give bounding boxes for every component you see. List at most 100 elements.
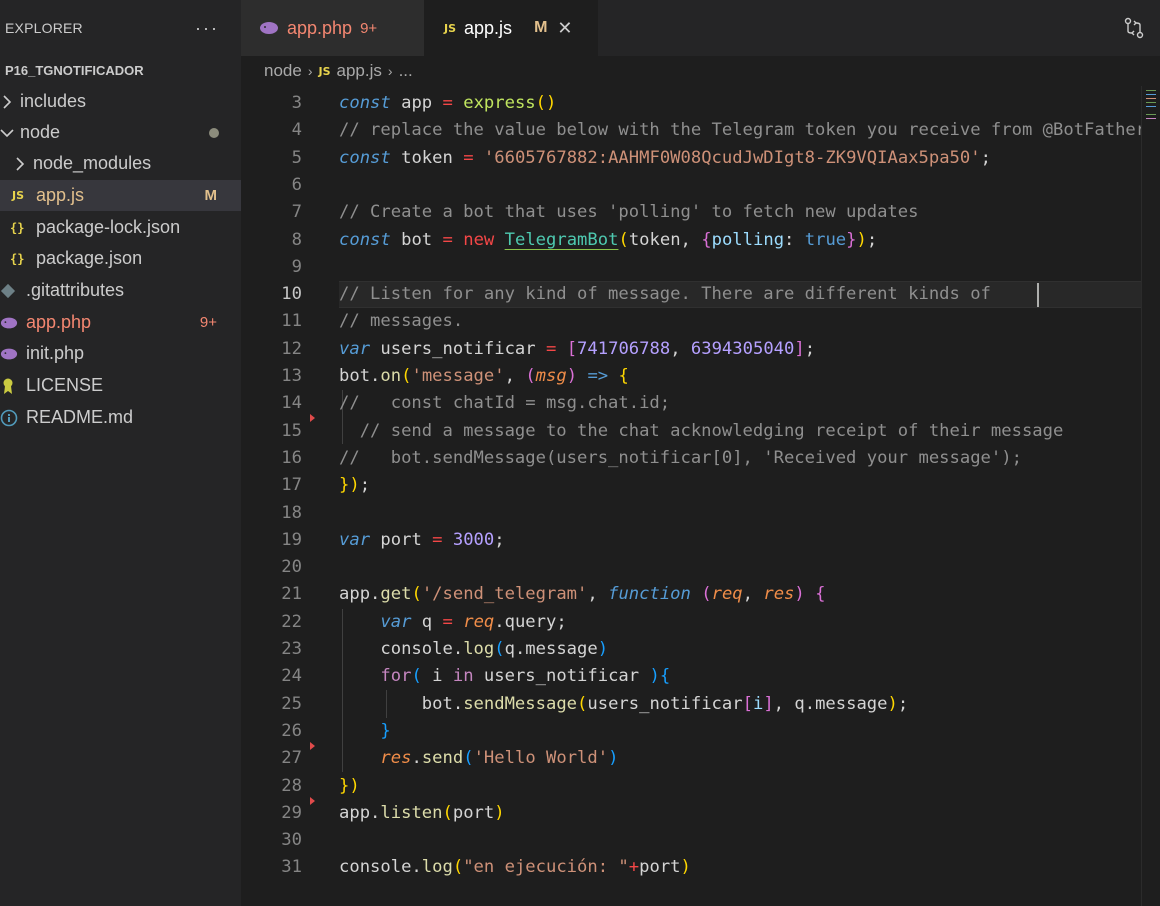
code-line[interactable]: 29 app.listen(port) — [241, 800, 1141, 827]
tree-folder-node-modules[interactable]: node_modules — [0, 148, 241, 179]
code-line[interactable]: 10 // Listen for any kind of message. The… — [241, 281, 1141, 308]
compare-changes-icon[interactable] — [1122, 16, 1146, 40]
code-token: ; — [980, 147, 991, 168]
code-token: '/send_telegram' — [421, 584, 588, 605]
line-number: 5 — [291, 147, 302, 168]
tree-folder-node[interactable]: node — [0, 117, 241, 148]
code-line[interactable]: 18 — [241, 500, 1141, 527]
code-token: bot. — [339, 693, 464, 714]
code-comment: // Create a bot that uses 'polling' to f… — [339, 202, 919, 223]
code-token: ( — [463, 748, 474, 769]
code-token: ( — [411, 666, 422, 687]
code-text: app.get('/send_telegram', function (req,… — [339, 581, 825, 608]
code-line[interactable]: 31 console.log("en ejecución: "+port) — [241, 854, 1141, 881]
tree-item-label: package.json — [36, 248, 143, 268]
vertical-scrollbar[interactable] — [1141, 86, 1160, 906]
code-line[interactable]: 26 } — [241, 718, 1141, 745]
code-text: var q = req.query; — [339, 609, 566, 636]
code-token: get — [380, 584, 412, 605]
code-comment: // bot.sendMessage(users_notificar[0], '… — [339, 447, 1022, 468]
code-token: ) — [608, 748, 619, 769]
tab-app-js[interactable]: JS app.js M ✕ — [424, 0, 598, 56]
tree-file-license[interactable]: LICENSE — [0, 370, 241, 401]
problems-badge: 9+ — [360, 19, 378, 37]
code-line[interactable]: 6 — [241, 172, 1141, 199]
code-line[interactable]: 20 — [241, 554, 1141, 581]
code-token: ( — [494, 639, 505, 659]
code-text: bot.sendMessage(users_notificar[i], q.me… — [339, 691, 908, 718]
code-token: , — [504, 366, 526, 386]
git-file-icon — [0, 283, 18, 299]
tree-file-app-js[interactable]: JS app.js M — [0, 180, 241, 211]
code-line[interactable]: 17}); — [241, 472, 1141, 499]
line-number: 22 — [281, 611, 302, 632]
tab-app-php[interactable]: app.php 9+ — [241, 0, 424, 56]
code-token: ( — [577, 693, 588, 714]
code-token: TelegramBot — [504, 229, 619, 250]
code-line[interactable]: 9 — [241, 254, 1141, 281]
tree-item-label: LICENSE — [26, 375, 104, 395]
breadcrumb-more[interactable]: ... — [399, 61, 413, 81]
line-number: 7 — [291, 202, 302, 223]
code-token: ) — [856, 229, 867, 250]
code-token: [ — [566, 338, 578, 359]
code-line[interactable]: 19 var port = 3000; — [241, 527, 1141, 554]
code-line[interactable]: 16 // bot.sendMessage(users_notificar[0],… — [241, 445, 1141, 472]
code-text: for( i in users_notificar ){ — [339, 663, 670, 690]
code-token: , q.message — [773, 693, 888, 714]
tree-folder-includes[interactable]: includes — [0, 86, 241, 117]
info-icon — [0, 409, 18, 427]
more-actions-icon[interactable]: ··· — [195, 18, 219, 39]
code-line[interactable]: 5 const token = '6605767882:AAHMF0W08Qcud… — [241, 145, 1141, 172]
code-line[interactable]: 8 const bot = new TelegramBot(token, {pol… — [241, 227, 1141, 254]
tree-file-readme[interactable]: README.md — [0, 402, 241, 433]
close-tab-icon[interactable]: ✕ — [557, 18, 572, 39]
code-editor[interactable]: 3 const app = express() 4// replace the va… — [241, 86, 1160, 906]
code-token: , — [670, 338, 691, 359]
line-number: 10 — [281, 284, 302, 305]
code-line[interactable]: 28}) — [241, 773, 1141, 800]
modified-dot-icon — [209, 127, 219, 138]
tree-file-app-php[interactable]: app.php 9+ — [0, 307, 241, 338]
code-line[interactable]: 27 res.send('Hello World') — [241, 745, 1141, 772]
code-line[interactable]: 21 app.get('/send_telegram', function (re… — [241, 581, 1141, 608]
tree-file-package-json[interactable]: {} package.json — [0, 243, 241, 274]
code-line[interactable]: 7 // Create a bot that uses 'polling' to … — [241, 199, 1141, 226]
code-line[interactable]: 22 var q = req.query; — [241, 609, 1141, 636]
line-number: 8 — [291, 229, 302, 250]
tree-file-gitattributes[interactable]: .gitattributes — [0, 275, 241, 306]
code-token: on — [380, 366, 402, 386]
tree-item-label: README.md — [26, 407, 134, 427]
code-line[interactable]: 4 // replace the value below with the Tel… — [241, 117, 1146, 144]
tree-item-label: node — [20, 122, 61, 142]
code-line[interactable]: 11 // messages. — [241, 308, 1141, 335]
breadcrumb-file[interactable]: app.js — [337, 61, 382, 81]
code-token: ) — [494, 802, 505, 823]
breadcrumb-folder[interactable]: node — [264, 61, 302, 81]
code-token: { — [701, 229, 712, 250]
code-comment: // const chatId = msg.chat.id; — [339, 393, 671, 414]
code-token: = — [463, 147, 474, 168]
tree-file-package-lock-json[interactable]: {} package-lock.json — [0, 212, 241, 243]
code-comment: // messages. — [339, 311, 464, 332]
tree-file-init-php[interactable]: init.php — [0, 338, 241, 369]
code-line[interactable]: 30 — [241, 827, 1141, 854]
code-line[interactable]: 24 for( i in users_notificar ){ — [241, 663, 1141, 690]
code-line[interactable]: 3 const app = express() — [241, 90, 1141, 117]
code-line[interactable]: 25 bot.sendMessage(users_notificar[i], q… — [241, 691, 1141, 718]
explorer-sidebar: EXPLORER ··· P16_TGNOTIFICADOR includes … — [0, 0, 241, 906]
javascript-file-icon: JS — [12, 189, 25, 202]
code-token: ) — [680, 857, 691, 878]
code-token: console. — [339, 857, 422, 878]
code-line[interactable]: 12 var users_notificar = [741706788, 6394… — [241, 336, 1141, 363]
git-status-badge: M — [204, 187, 218, 204]
code-token: i — [752, 693, 764, 714]
project-folder-title[interactable]: P16_TGNOTIFICADOR — [0, 56, 241, 84]
code-line[interactable]: 14 // const chatId = msg.chat.id; — [241, 390, 1141, 417]
code-token: users_notificar — [370, 338, 546, 359]
code-line[interactable]: 15 // send a message to the chat acknowl… — [241, 418, 1141, 445]
code-line[interactable]: 13 bot.on('message', (msg) => { — [241, 363, 1141, 390]
code-line[interactable]: 23 console.log(q.message) — [241, 636, 1141, 663]
